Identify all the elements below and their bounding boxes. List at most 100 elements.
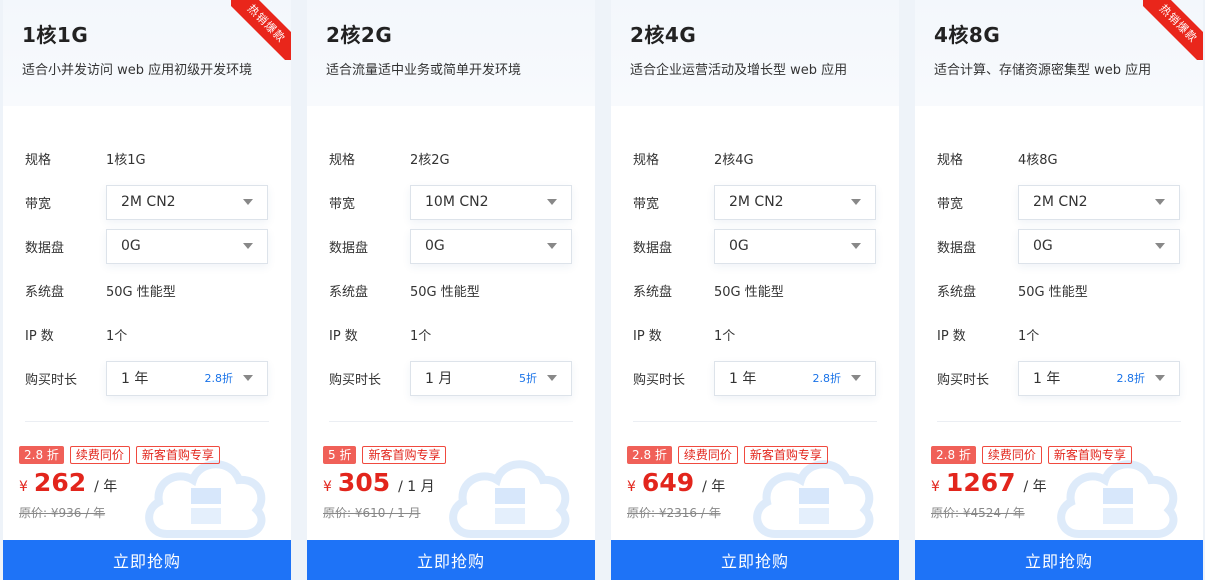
discount-badge: 2.8 折 (931, 446, 976, 464)
duration-label: 购买时长 (937, 372, 990, 388)
original-price: 原价: ¥2316 / 年 (627, 506, 721, 520)
disk-select[interactable]: 0G (1018, 228, 1180, 264)
original-price: 原价: ¥936 / 年 (19, 506, 106, 520)
bandwidth-select[interactable]: 2M CN2 (1018, 184, 1180, 220)
chevron-down-icon (243, 199, 253, 205)
promo-tag: 续费同价 (677, 446, 738, 464)
currency-symbol: ¥ (19, 479, 28, 495)
duration-discount: 5折 (519, 372, 537, 385)
disk-select[interactable]: 0G (106, 228, 268, 264)
sysdisk-value: 50G 性能型 (106, 284, 176, 300)
sysdisk-value: 50G 性能型 (1018, 284, 1088, 300)
price-amount: 305 (337, 468, 391, 497)
duration-discount: 2.8折 (204, 372, 234, 385)
duration-select[interactable]: 1 年 2.8折 (1018, 360, 1180, 396)
ip-count-row: IP 数 1个 (25, 312, 291, 356)
discount-badge: 2.8 折 (19, 446, 64, 464)
bandwidth-selected-value: 2M CN2 (729, 194, 784, 210)
bandwidth-row: 带宽 2M CN2 (633, 180, 899, 224)
promo-tags: 2.8 折续费同价 新客首购专享 (627, 446, 828, 464)
disk-selected-value: 0G (729, 238, 749, 254)
price-amount: 262 (33, 468, 87, 497)
bandwidth-selected-value: 2M CN2 (1033, 194, 1088, 210)
duration-selected-value: 1 年 (1033, 371, 1061, 387)
divider (633, 421, 877, 422)
plan-card: 2核4G 适合企业运营活动及增长型 web 应用 规格 2核4G 带宽 2M CN2 数据盘… (611, 0, 899, 580)
ip-count-row: IP 数 1个 (329, 312, 595, 356)
bandwidth-label: 带宽 (937, 196, 964, 212)
card-header: 1核1G 适合小并发访问 web 应用初级开发环境 热销爆款 (3, 0, 291, 106)
spec-label: 规格 (937, 152, 964, 168)
spec-value: 2核2G (410, 152, 450, 168)
data-disk-row: 数据盘 0G (937, 224, 1203, 268)
promo-tags: 2.8 折续费同价 新客首购专享 (19, 446, 220, 464)
disk-select[interactable]: 0G (410, 228, 572, 264)
buy-now-button[interactable]: 立即抢购 (915, 540, 1203, 580)
duration-select[interactable]: 1 月 5折 (410, 360, 572, 396)
spec-row: 规格 1核1G (25, 136, 291, 180)
disk-select[interactable]: 0G (714, 228, 876, 264)
sysdisk-label: 系统盘 (633, 284, 673, 300)
plan-title: 2核4G (630, 23, 697, 47)
buy-now-button[interactable]: 立即抢购 (611, 540, 899, 580)
bandwidth-row: 带宽 2M CN2 (25, 180, 291, 224)
plan-description: 适合小并发访问 web 应用初级开发环境 (22, 63, 253, 78)
hot-ribbon-label: 热销爆款 (1143, 0, 1203, 60)
price-unit: / 年 (1023, 479, 1047, 495)
spec-row: 规格 2核2G (329, 136, 595, 180)
ip-label: IP 数 (25, 328, 54, 344)
promo-tag: 新客首购专享 (135, 446, 220, 464)
bandwidth-row: 带宽 2M CN2 (937, 180, 1203, 224)
spec-list: 规格 1核1G 带宽 2M CN2 数据盘 0G 系统盘 50G 性能型 IP 数 1个 购买时长 1… (3, 106, 291, 400)
hot-ribbon: 热销爆款 (231, 0, 291, 60)
ip-count-row: IP 数 1个 (633, 312, 899, 356)
promo-tag: 续费同价 (69, 446, 130, 464)
promo-tag: 新客首购专享 (743, 446, 828, 464)
sysdisk-label: 系统盘 (937, 284, 977, 300)
ip-label: IP 数 (329, 328, 358, 344)
duration-select[interactable]: 1 年 2.8折 (106, 360, 268, 396)
duration-discount: 2.8折 (1116, 372, 1146, 385)
chevron-down-icon (1155, 243, 1165, 249)
duration-select[interactable]: 1 年 2.8折 (714, 360, 876, 396)
divider (937, 421, 1181, 422)
buy-now-button[interactable]: 立即抢购 (307, 540, 595, 580)
chevron-down-icon (1155, 199, 1165, 205)
price: ¥649 / 年 (627, 468, 725, 497)
duration-row: 购买时长 1 年 2.8折 (937, 356, 1203, 400)
plan-card: 1核1G 适合小并发访问 web 应用初级开发环境 热销爆款规格 1核1G 带宽 2M C… (3, 0, 291, 580)
ip-label: IP 数 (633, 328, 662, 344)
ip-label: IP 数 (937, 328, 966, 344)
system-disk-row: 系统盘 50G 性能型 (329, 268, 595, 312)
promo-tag: 新客首购专享 (1047, 446, 1132, 464)
buy-now-button[interactable]: 立即抢购 (3, 540, 291, 580)
disk-selected-value: 0G (121, 238, 141, 254)
spec-value: 1核1G (106, 152, 146, 168)
card-header: 2核4G 适合企业运营活动及增长型 web 应用 (611, 0, 899, 106)
spec-label: 规格 (329, 152, 356, 168)
price-amount: 649 (641, 468, 695, 497)
duration-row: 购买时长 1 年 2.8折 (633, 356, 899, 400)
divider (25, 421, 269, 422)
bandwidth-select[interactable]: 2M CN2 (106, 184, 268, 220)
data-disk-row: 数据盘 0G (329, 224, 595, 268)
promo-tag: 续费同价 (981, 446, 1042, 464)
ip-value: 1个 (410, 328, 432, 344)
price-unit: / 年 (94, 479, 118, 495)
spec-label: 规格 (633, 152, 660, 168)
price-amount: 1267 (945, 468, 1016, 497)
duration-selected-value: 1 年 (121, 371, 149, 387)
price: ¥305 / 1 月 (323, 468, 435, 497)
bandwidth-select[interactable]: 10M CN2 (410, 184, 572, 220)
duration-label: 购买时长 (329, 372, 382, 388)
price-unit: / 年 (702, 479, 726, 495)
system-disk-row: 系统盘 50G 性能型 (937, 268, 1203, 312)
data-disk-row: 数据盘 0G (25, 224, 291, 268)
bandwidth-select[interactable]: 2M CN2 (714, 184, 876, 220)
duration-row: 购买时长 1 月 5折 (329, 356, 595, 400)
duration-discount: 2.8折 (812, 372, 842, 385)
divider (329, 421, 573, 422)
chevron-down-icon (1155, 375, 1165, 381)
promo-tags: 5 折新客首购专享 (323, 446, 447, 464)
sysdisk-value: 50G 性能型 (714, 284, 784, 300)
